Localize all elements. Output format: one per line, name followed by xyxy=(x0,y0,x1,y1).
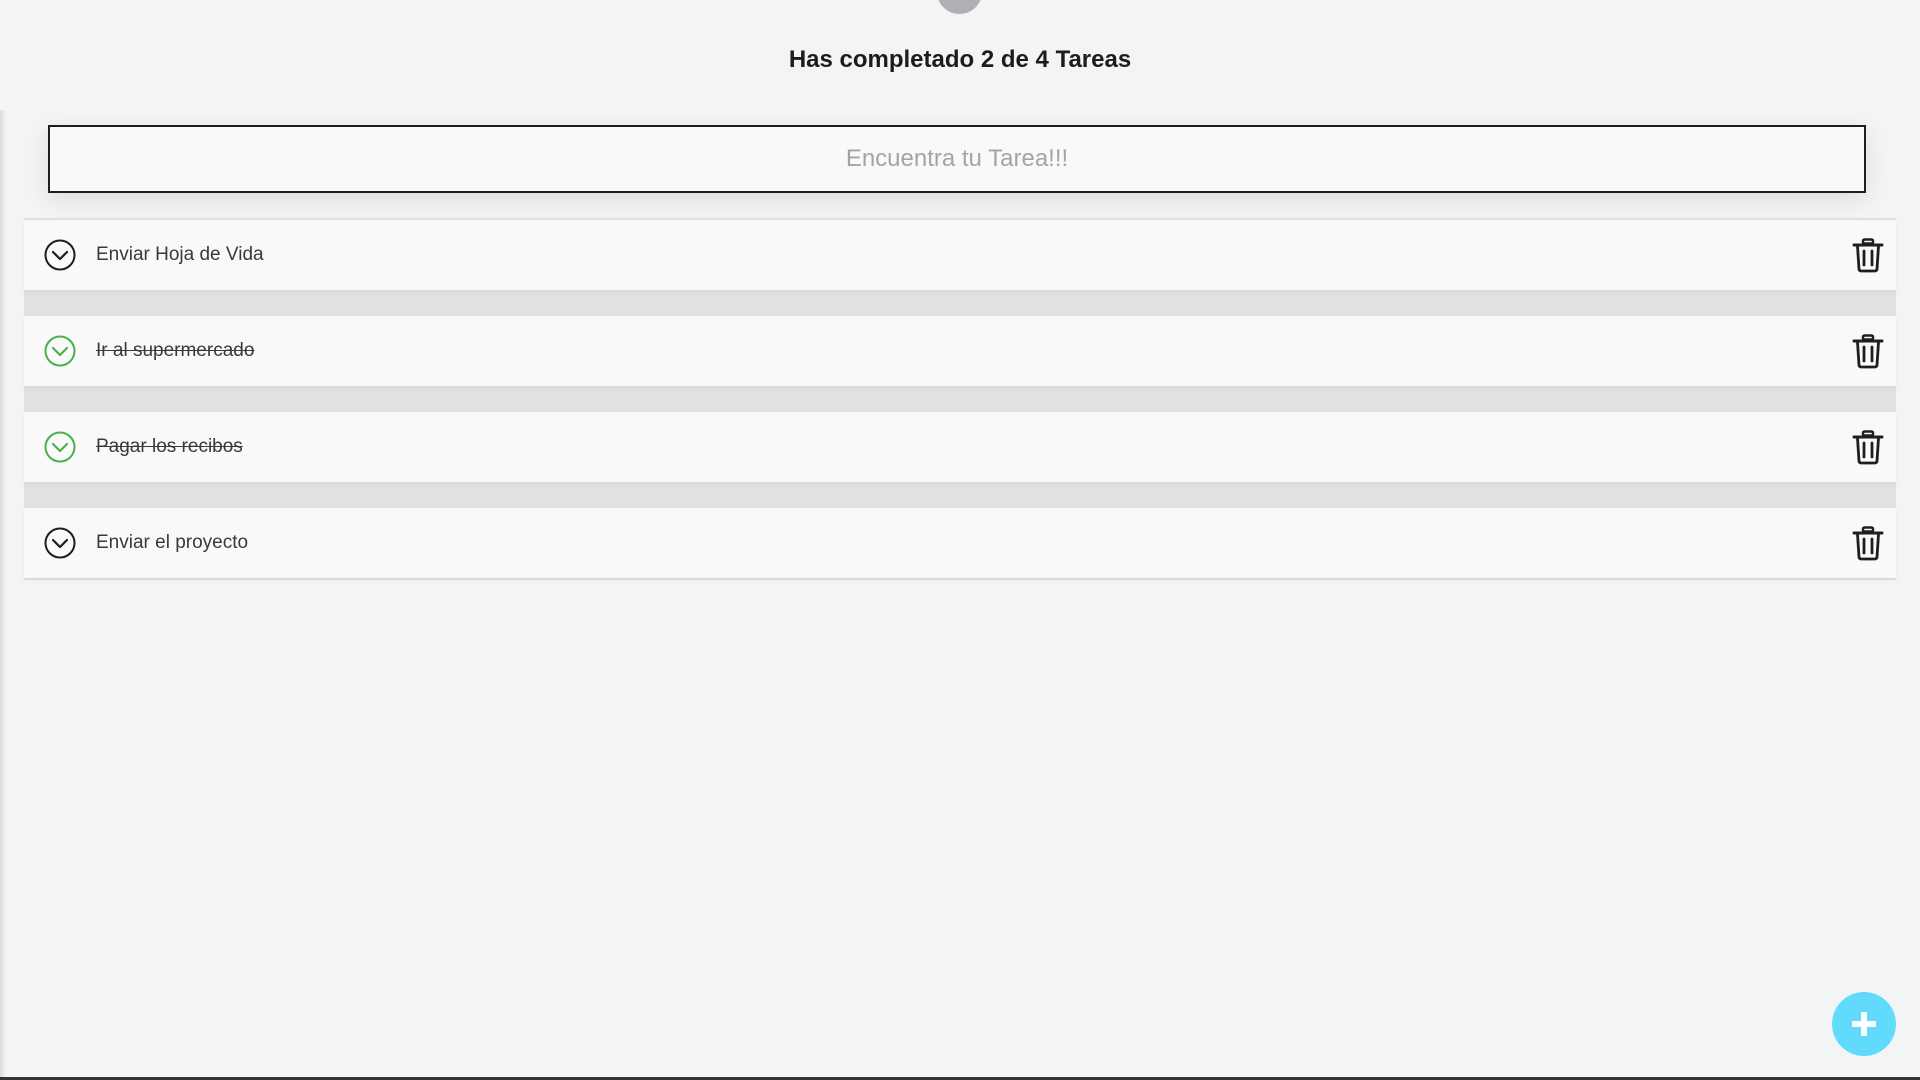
todo-list: Enviar Hoja de Vida Ir al supermercado P… xyxy=(24,220,1896,604)
plus-icon xyxy=(1832,1010,1896,1038)
todo-item: Pagar los recibos xyxy=(24,412,1896,482)
sidebar-edge-shadow xyxy=(0,110,6,1080)
todo-app: Has completado 2 de 4 Tareas Enviar Hoja… xyxy=(0,0,1920,1080)
add-todo-button[interactable] xyxy=(1832,992,1896,1056)
search-input[interactable] xyxy=(48,125,1866,193)
todo-item: Enviar Hoja de Vida xyxy=(24,220,1896,290)
check-circle-icon[interactable] xyxy=(44,527,76,559)
check-circle-icon[interactable] xyxy=(44,431,76,463)
check-circle-icon[interactable] xyxy=(44,239,76,271)
todo-counter: Has completado 2 de 4 Tareas xyxy=(788,46,1132,73)
top-decoration xyxy=(937,0,982,14)
search-container xyxy=(48,125,1866,193)
todo-item-text: Pagar los recibos xyxy=(96,436,243,457)
todo-item-text: Enviar el proyecto xyxy=(96,532,249,553)
todo-item-text: Ir al supermercado xyxy=(96,340,255,361)
todo-item-text: Enviar Hoja de Vida xyxy=(96,244,264,265)
trash-icon[interactable] xyxy=(1850,333,1886,369)
trash-icon[interactable] xyxy=(1850,525,1886,561)
trash-icon[interactable] xyxy=(1850,429,1886,465)
todo-item: Enviar el proyecto xyxy=(24,508,1896,578)
check-circle-icon[interactable] xyxy=(44,335,76,367)
todo-item: Ir al supermercado xyxy=(24,316,1896,386)
trash-icon[interactable] xyxy=(1850,237,1886,273)
